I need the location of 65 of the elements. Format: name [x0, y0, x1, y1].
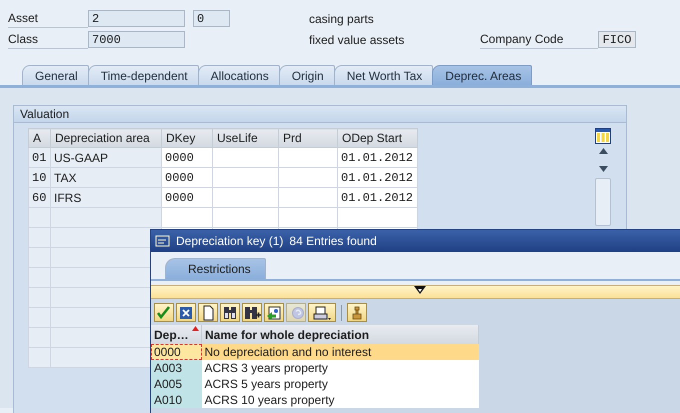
- export-icon: [265, 304, 283, 321]
- check-icon: [155, 304, 173, 321]
- table-cell[interactable]: 0000: [151, 344, 202, 360]
- binoculars-button[interactable]: [220, 303, 240, 322]
- table-cell[interactable]: A003: [151, 360, 202, 376]
- column-header[interactable]: Prd: [278, 128, 338, 148]
- table-cell[interactable]: A010: [151, 392, 202, 408]
- entries-count: 84 Entries found: [289, 234, 377, 248]
- column-header[interactable]: Name for whole depreciation: [202, 325, 478, 344]
- scroll-up-icon[interactable]: [598, 148, 608, 154]
- window-title: Depreciation key (1): [176, 234, 284, 248]
- check-button[interactable]: [154, 303, 174, 322]
- table-cell: US-GAAP: [50, 148, 162, 168]
- table-cell[interactable]: 01.01.2012: [338, 148, 418, 168]
- description-text: fixed value assets: [309, 32, 404, 48]
- input-field: FICO: [598, 31, 636, 48]
- tab[interactable]: Time-dependent: [88, 65, 199, 85]
- input-field[interactable]: 0: [193, 10, 230, 27]
- table-cell: 10: [28, 168, 50, 188]
- column-header[interactable]: A: [28, 128, 50, 148]
- sort-icon: [192, 326, 199, 331]
- column-header[interactable]: DKey: [162, 128, 212, 148]
- window-icon: [155, 235, 170, 247]
- table-cell: TAX: [50, 168, 162, 188]
- tab[interactable]: General: [22, 65, 89, 85]
- tab[interactable]: Restrictions: [165, 258, 266, 279]
- table-cell: 60: [28, 188, 50, 208]
- table-cell[interactable]: A005: [151, 376, 202, 392]
- input-field[interactable]: 2: [88, 10, 185, 27]
- column-settings-icon[interactable]: [595, 128, 611, 144]
- cancel-icon: [177, 304, 195, 321]
- tab[interactable]: Net Worth Tax: [334, 65, 434, 85]
- scroll-down-icon[interactable]: [598, 166, 608, 172]
- column-header[interactable]: UseLife: [212, 128, 278, 148]
- input-field[interactable]: 7000: [88, 31, 185, 48]
- table-cell[interactable]: 0000: [162, 188, 212, 208]
- table-cell: IFRS: [50, 188, 162, 208]
- column-header[interactable]: Depreciation area: [50, 128, 162, 148]
- table-cell[interactable]: 01.01.2012: [338, 188, 418, 208]
- table-cell[interactable]: ACRS 10 years property: [202, 392, 478, 408]
- cancel-button[interactable]: [176, 303, 196, 322]
- tab[interactable]: Allocations: [198, 65, 280, 85]
- binoculars-plus-icon: [243, 304, 261, 321]
- page-button[interactable]: [198, 303, 218, 322]
- print-icon: [312, 304, 332, 321]
- toolbar-separator: [341, 304, 342, 320]
- table-cell[interactable]: 0000: [162, 148, 212, 168]
- table-cell[interactable]: 0000: [162, 168, 212, 188]
- table-cell[interactable]: 01.01.2012: [338, 168, 418, 188]
- scrollbar[interactable]: [595, 178, 611, 226]
- group-title: Valuation: [14, 106, 626, 123]
- table-cell[interactable]: No depreciation and no interest: [202, 344, 478, 360]
- stamp-button[interactable]: [347, 303, 367, 322]
- table-cell[interactable]: ACRS 3 years property: [202, 360, 478, 376]
- table-cell[interactable]: ACRS 5 years property: [202, 376, 478, 392]
- description-text: casing parts: [309, 10, 374, 28]
- print-button[interactable]: [308, 303, 336, 322]
- export-button[interactable]: [264, 303, 284, 322]
- tab[interactable]: Origin: [278, 65, 335, 85]
- binoculars-plus-button[interactable]: [242, 303, 262, 322]
- column-header[interactable]: ODep Start: [338, 128, 418, 148]
- binoculars-icon: [221, 304, 239, 321]
- tab[interactable]: Deprec. Areas: [432, 65, 532, 85]
- table-cell: 01: [28, 148, 50, 168]
- column-header[interactable]: Dep…: [151, 325, 202, 344]
